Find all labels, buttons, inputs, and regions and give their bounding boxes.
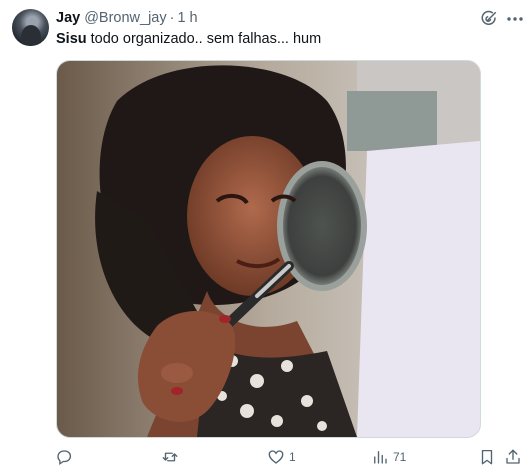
reply-button[interactable] [55,446,77,468]
tweet-header: Jay @Bronw_jay · 1 h [56,10,198,28]
like-button[interactable]: 1 [267,446,296,468]
user-handle[interactable]: @Bronw_jay [84,10,166,26]
retweet-button[interactable] [161,446,183,468]
tweet-text-bold: Sisu [56,31,87,47]
views-button[interactable]: 71 [371,446,406,468]
bookmark-icon [481,449,493,465]
tweet-text: Sisu todo organizado.. sem falhas... hum [56,31,321,47]
reply-icon [57,450,72,466]
grok-icon[interactable] [480,10,498,28]
tweet[interactable]: Jay @Bronw_jay · 1 h Sisu todo organizad… [0,0,531,475]
separator-dot: · [169,10,175,26]
tweet-text-rest: todo organizado.. sem falhas... hum [86,31,322,47]
bookmark-button[interactable] [478,446,496,468]
like-count: 1 [289,450,296,464]
retweet-icon [162,452,178,462]
display-name[interactable]: Jay [56,10,80,26]
timestamp[interactable]: 1 h [177,10,197,26]
tweet-actions: 1 71 [0,446,531,470]
tweet-media-image[interactable] [56,60,481,438]
avatar[interactable] [12,9,49,46]
share-icon [506,449,520,464]
more-icon[interactable] [505,9,525,29]
share-button[interactable] [504,446,522,468]
like-icon [268,450,284,464]
views-count: 71 [393,450,407,464]
views-icon [374,451,387,464]
